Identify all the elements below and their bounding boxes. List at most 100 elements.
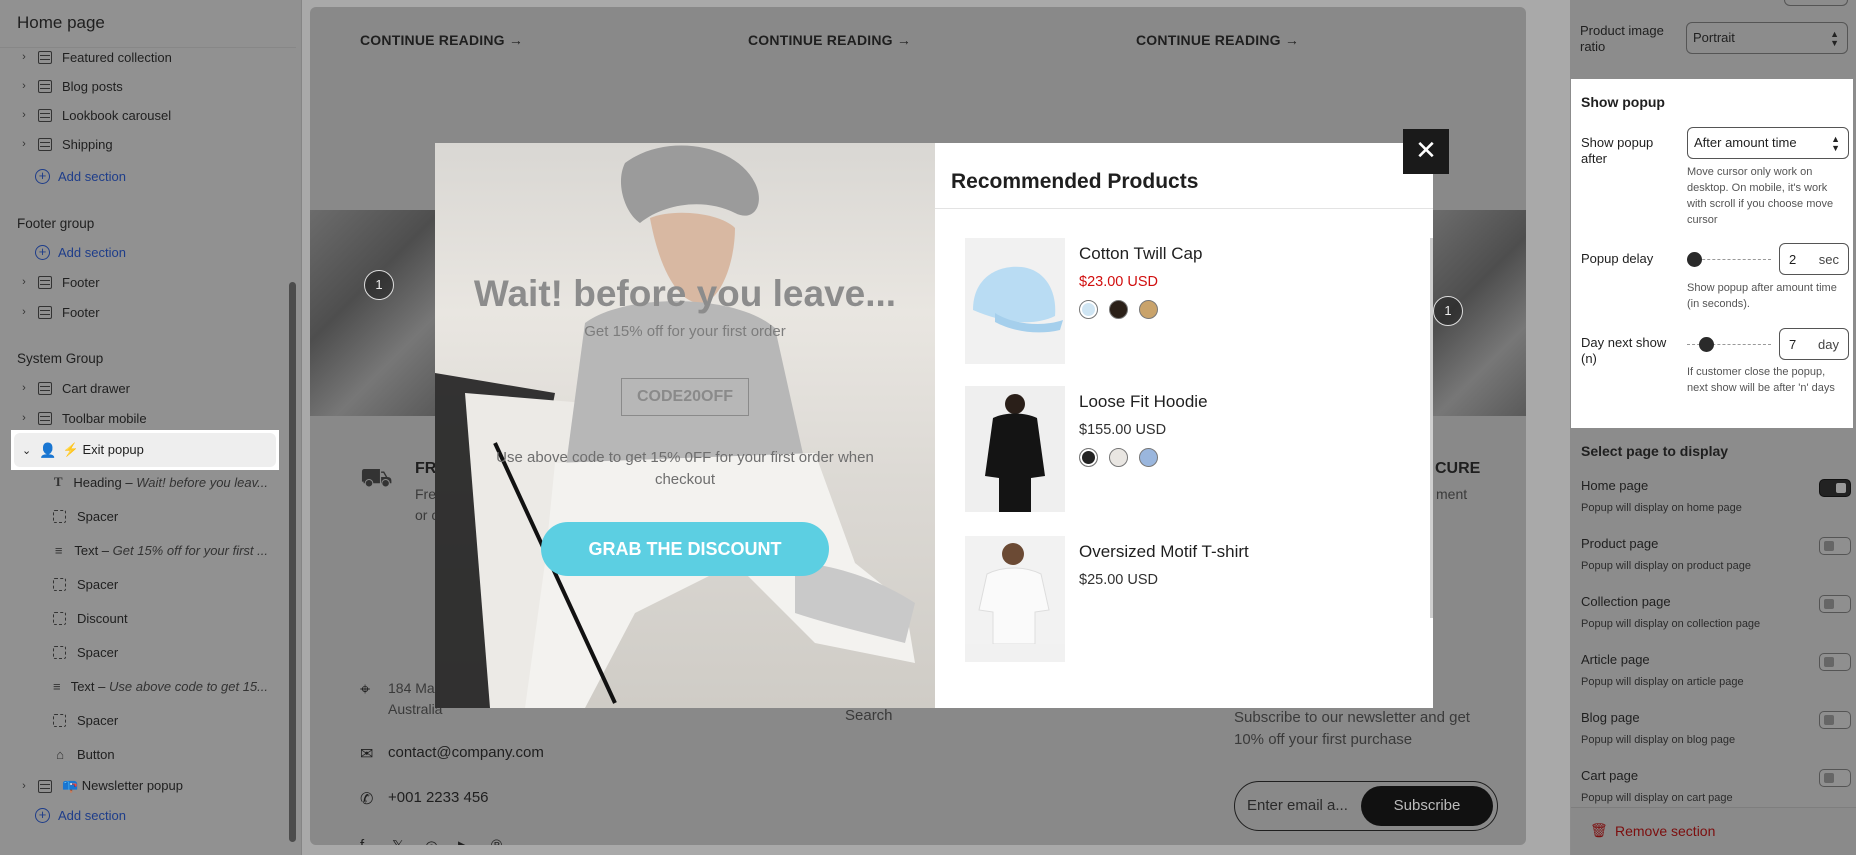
section-cart-drawer[interactable]: › Cart drawer — [18, 374, 130, 402]
chevron-right-icon[interactable]: › — [18, 51, 30, 63]
remove-section-button[interactable]: Remove section — [1615, 823, 1715, 839]
product-name[interactable]: Loose Fit Hoodie — [1079, 392, 1208, 412]
discount-icon — [53, 611, 66, 625]
plus-circle-icon: + — [35, 169, 50, 184]
system-group-title: System Group — [17, 351, 104, 366]
color-swatch[interactable] — [1109, 300, 1128, 319]
subscribe-button[interactable]: Subscribe — [1361, 786, 1493, 826]
section-featured-collection[interactable]: › Featured collection — [18, 43, 172, 71]
spacer-icon — [53, 509, 66, 523]
x-twitter-icon[interactable]: 𝕏 — [392, 837, 404, 845]
lookbook-hotspot[interactable]: 1 — [1433, 296, 1463, 326]
facebook-icon[interactable]: f — [360, 837, 364, 845]
product-name[interactable]: Cotton Twill Cap — [1079, 244, 1202, 264]
color-swatch[interactable] — [1139, 300, 1158, 319]
newsletter-text: Subscribe to our newsletter and get 10% … — [1234, 709, 1470, 748]
products-scrollbar[interactable] — [1430, 238, 1433, 618]
chevron-right-icon[interactable]: › — [18, 276, 30, 288]
block-discount[interactable]: Discount — [53, 604, 268, 632]
continue-reading-link[interactable]: CONTINUE READING → — [1136, 32, 1299, 48]
section-footer[interactable]: › Footer — [18, 268, 99, 296]
section-icon — [38, 137, 52, 151]
section-newsletter-popup[interactable]: › 📪 Newsletter popup — [18, 772, 183, 800]
block-heading[interactable]: T Heading – Wait! before you leav... — [53, 468, 268, 496]
product-image[interactable] — [965, 238, 1065, 364]
discount-code[interactable]: CODE20OFF — [621, 378, 749, 416]
contact-email[interactable]: contact@company.com — [388, 744, 544, 761]
youtube-icon[interactable]: ▶ — [458, 837, 470, 845]
sections-sidebar: Home page › Featured collection › Blog p… — [0, 0, 302, 855]
product-card[interactable]: Oversized Motif T-shirt $25.00 USD — [965, 536, 1415, 664]
product-name[interactable]: Oversized Motif T-shirt — [1079, 542, 1249, 562]
chevron-right-icon[interactable]: › — [18, 109, 30, 121]
chevron-right-icon[interactable]: › — [18, 780, 30, 792]
day-next-show-slider[interactable] — [1687, 336, 1771, 352]
person-icon: 👤 — [39, 441, 57, 458]
instagram-icon[interactable]: ◎ — [425, 837, 438, 845]
toggle-switch[interactable] — [1819, 653, 1851, 671]
page-title: Home page — [17, 13, 105, 32]
add-section-button[interactable]: + Add section — [35, 169, 126, 184]
section-label: Cart drawer — [62, 380, 130, 396]
add-section-button[interactable]: + Add section — [35, 808, 126, 823]
grab-discount-button[interactable]: GRAB THE DISCOUNT — [541, 522, 829, 576]
toggle-switch[interactable] — [1819, 537, 1851, 555]
section-shipping[interactable]: › Shipping — [18, 130, 112, 158]
popup-subtext: Get 15% off for your first order — [584, 323, 786, 340]
popup-delay-slider[interactable] — [1687, 251, 1771, 267]
chevron-right-icon[interactable]: › — [18, 80, 30, 92]
pinterest-icon[interactable]: ℗ — [491, 837, 502, 845]
chevron-right-icon[interactable]: › — [18, 138, 30, 150]
product-card[interactable]: Cotton Twill Cap $23.00 USD — [965, 238, 1415, 366]
chevron-down-icon[interactable]: ⌄ — [22, 444, 31, 457]
newsletter-email-input[interactable]: Enter email a... — [1247, 797, 1348, 814]
block-text[interactable]: ≡ Text – Use above code to get 15... — [53, 672, 268, 700]
section-blog-posts[interactable]: › Blog posts — [18, 72, 123, 100]
toggle-switch[interactable] — [1819, 479, 1851, 497]
toggle-switch[interactable] — [1819, 711, 1851, 729]
block-name: Heading — [73, 474, 122, 490]
section-lookbook-carousel[interactable]: › Lookbook carousel — [18, 101, 171, 129]
block-text[interactable]: ≡ Text – Get 15% off for your first ... — [53, 536, 268, 564]
product-card[interactable]: Loose Fit Hoodie $155.00 USD — [965, 386, 1415, 514]
block-spacer[interactable]: Spacer — [53, 638, 268, 666]
mail-icon — [38, 779, 52, 793]
close-popup-button[interactable]: ✕ — [1403, 129, 1449, 174]
product-image-ratio-select[interactable]: Portrait ▲ ▼ — [1686, 22, 1848, 54]
block-spacer[interactable]: Spacer — [53, 570, 268, 598]
block-button[interactable]: ⌂ Button — [53, 740, 268, 768]
color-swatch[interactable] — [1139, 448, 1158, 467]
block-spacer[interactable]: Spacer — [53, 502, 268, 530]
product-image[interactable] — [965, 536, 1065, 662]
section-icon — [38, 381, 52, 395]
contact-phone[interactable]: +001 2233 456 — [388, 789, 489, 806]
popup-delay-label: Popup delay — [1581, 251, 1654, 266]
heading-icon: T — [53, 474, 63, 489]
footer-link-search[interactable]: Search — [845, 707, 893, 724]
sidebar-scrollbar[interactable] — [289, 282, 296, 842]
continue-reading-link[interactable]: CONTINUE READING → — [360, 32, 523, 48]
show-popup-after-select[interactable]: After amount time ▲ ▼ — [1687, 127, 1849, 159]
popup-delay-input[interactable]: 2 sec — [1779, 243, 1849, 275]
day-next-show-input[interactable]: 7 day — [1779, 328, 1849, 360]
section-exit-popup[interactable]: ⌄ 👤 ⚡ Exit popup — [11, 430, 279, 470]
section-toolbar-mobile[interactable]: › Toolbar mobile — [18, 404, 146, 432]
color-swatch[interactable] — [1079, 448, 1098, 467]
day-next-show-label: Day next show (n) — [1581, 335, 1667, 366]
add-section-button[interactable]: + Add section — [35, 245, 126, 260]
recommended-title: Recommended Products — [951, 170, 1199, 193]
lookbook-hotspot[interactable]: 1 — [364, 270, 394, 300]
section-footer[interactable]: › Footer — [18, 298, 99, 326]
toggle-switch[interactable] — [1819, 769, 1851, 787]
color-swatch[interactable] — [1109, 448, 1128, 467]
continue-reading-link[interactable]: CONTINUE READING → — [748, 32, 911, 48]
chevron-right-icon[interactable]: › — [18, 306, 30, 318]
chevron-right-icon[interactable]: › — [18, 382, 30, 394]
chevron-right-icon[interactable]: › — [18, 412, 30, 424]
block-spacer[interactable]: Spacer — [53, 706, 268, 734]
product-image[interactable] — [965, 386, 1065, 512]
toggle-switch[interactable] — [1819, 595, 1851, 613]
location-icon: ⌖ — [360, 679, 371, 699]
color-swatch[interactable] — [1079, 300, 1098, 319]
product-price: $23.00 USD — [1079, 274, 1158, 290]
